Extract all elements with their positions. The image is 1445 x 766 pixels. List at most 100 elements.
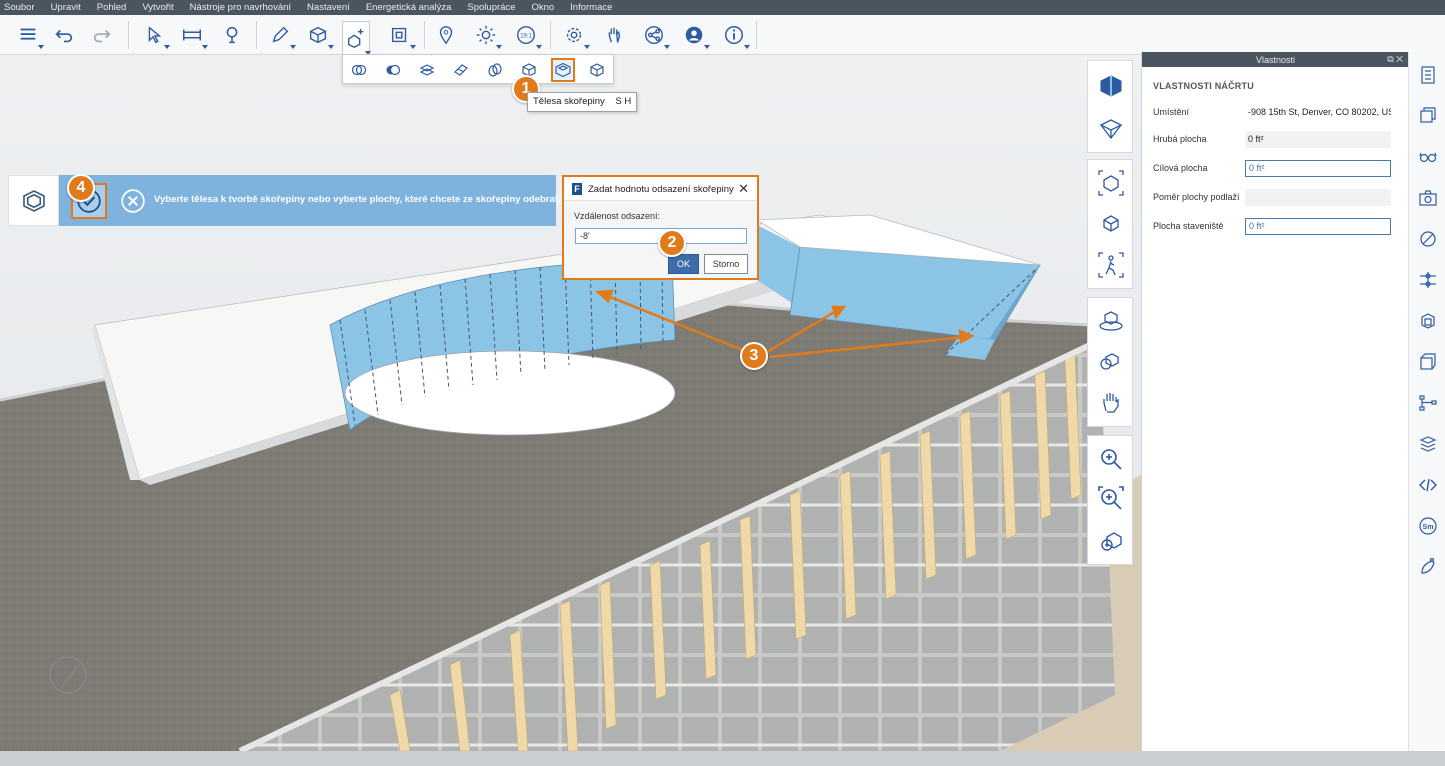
slice-icon[interactable] [449, 58, 473, 82]
library-icon[interactable] [1417, 433, 1439, 455]
view-cube-icon[interactable] [1094, 69, 1128, 103]
menu-energeticka[interactable]: Energetická analýza [366, 2, 452, 13]
pencil-icon[interactable] [266, 21, 296, 49]
sun-icon[interactable] [472, 21, 502, 49]
gross-area-row: Hrubá plocha 0 ft² [1153, 131, 1393, 148]
command-prompt: Vyberte tělesa k tvorbě skořepiny nebo v… [59, 175, 561, 226]
close-circle-icon [121, 189, 145, 213]
code-icon[interactable] [1417, 474, 1439, 496]
style-icon[interactable] [1417, 556, 1439, 578]
menu-spoluprace[interactable]: Spolupráce [467, 2, 515, 13]
shell-tool-icon[interactable] [342, 21, 371, 55]
look-around-icon[interactable] [1094, 344, 1128, 378]
zoom-in-icon[interactable] [1094, 442, 1128, 476]
camera-icon[interactable] [1417, 187, 1439, 209]
loft-icon[interactable] [483, 58, 507, 82]
hand-icon[interactable] [600, 21, 628, 49]
share-icon[interactable] [640, 21, 670, 49]
panel-header-title: Vlastnosti [1255, 54, 1296, 65]
orbit-icon[interactable] [1094, 304, 1128, 338]
info-icon[interactable] [720, 21, 750, 49]
site-area-row: Plocha staveniště 0 ft² [1153, 218, 1393, 235]
shell-solids-tooltip: Tělesa skořepiny S H [527, 92, 638, 112]
zoom-out-icon[interactable] [1094, 482, 1128, 516]
pin-icon[interactable] [432, 21, 460, 49]
dialog-title-text: Zadat hodnotu odsazení skořepiny [588, 183, 734, 195]
site-area-input[interactable]: 0 ft² [1245, 218, 1391, 235]
lightbulb-icon[interactable] [218, 21, 246, 49]
subtract-icon[interactable] [381, 58, 405, 82]
tooltip-text: Tělesa skořepiny [533, 96, 605, 107]
sketch-properties-title: VLASTNOSTI NÁČRTU [1153, 81, 1254, 91]
status-bar [0, 751, 1445, 766]
user-icon[interactable] [680, 21, 710, 49]
3d-viewport[interactable]: Vyberte tělesa k tvorbě skořepiny nebo v… [0, 55, 1141, 751]
menu-informace[interactable]: Informace [570, 2, 612, 13]
cancel-command-button[interactable] [117, 185, 149, 217]
close-icon[interactable]: ✕ [738, 181, 749, 197]
shell-tools-dropdown [342, 54, 614, 84]
storno-button[interactable]: Storno [704, 254, 748, 274]
location-label: Umístění [1153, 107, 1190, 117]
panel-header: Vlastnosti ⧉ ✕ [1142, 52, 1409, 67]
target-area-input[interactable]: 0 ft² [1245, 160, 1391, 177]
frame-icon[interactable] [386, 21, 416, 49]
unite-icon[interactable] [415, 58, 439, 82]
menu-okno[interactable]: Okno [531, 2, 554, 13]
svg-text:Sm: Sm [1423, 524, 1434, 531]
shell-cube-icon [8, 175, 59, 226]
step-badge-2: 2 [658, 229, 686, 257]
location-value[interactable]: -908 15th St, Denver, CO 80202, USA [1245, 104, 1391, 121]
gross-area-label: Hrubá plocha [1153, 134, 1207, 144]
zoom-window-icon[interactable] [1094, 524, 1128, 558]
section-icon[interactable] [1417, 310, 1439, 332]
properties-panel: Vlastnosti ⧉ ✕ VLASTNOSTI NÁČRTU Umístěn… [1141, 52, 1409, 751]
floor-ratio-label: Poměr plochy podlaží [1153, 192, 1240, 202]
right-tool-bar: Sm [1408, 52, 1445, 751]
intersect-icon[interactable] [347, 58, 371, 82]
menu-upravit[interactable]: Upravit [51, 2, 81, 13]
menu-nastroje[interactable]: Nástroje pro navrhování [190, 2, 291, 13]
zoom-selected-icon[interactable] [1094, 206, 1128, 240]
step-badge-3: 3 [740, 342, 768, 370]
layers-box-icon[interactable] [1417, 351, 1439, 373]
command-instruction: Vyberte tělesa k tvorbě skořepiny nebo v… [154, 194, 561, 205]
glasses-icon[interactable] [1417, 146, 1439, 168]
target-area-label: Cílová plocha [1153, 163, 1208, 173]
panel-window-controls[interactable]: ⧉ ✕ [1387, 54, 1403, 65]
zoom-extents-icon[interactable] [1094, 166, 1128, 200]
levels-icon[interactable] [1417, 269, 1439, 291]
box-add-icon[interactable] [304, 21, 334, 49]
undo-icon[interactable] [50, 21, 78, 49]
menu-soubor[interactable]: Soubor [4, 2, 35, 13]
menu-vytvorit[interactable]: Vytvořit [142, 2, 173, 13]
zoom-group [1087, 435, 1133, 565]
walkthrough-icon[interactable] [1094, 248, 1128, 282]
gear-icon[interactable] [560, 21, 590, 49]
menu-pohled[interactable]: Pohled [97, 2, 127, 13]
app-logo-icon: F [572, 183, 582, 195]
gross-area-value: 0 ft² [1245, 131, 1391, 148]
hierarchy-icon[interactable] [1417, 392, 1439, 414]
materials-icon[interactable] [1417, 105, 1439, 127]
select-icon[interactable] [140, 21, 170, 49]
box-icon[interactable] [585, 58, 609, 82]
orbit-group [1087, 297, 1133, 427]
sm-icon[interactable]: Sm [1417, 515, 1439, 537]
measure-icon[interactable] [178, 21, 208, 49]
schedule-icon[interactable]: 19:1 [512, 21, 542, 49]
target-area-row: Cílová plocha 0 ft² [1153, 160, 1393, 177]
pan-icon[interactable] [1094, 386, 1128, 420]
shell-solids-icon[interactable] [551, 58, 575, 82]
zoom-extents-group [1087, 159, 1133, 289]
no-entry-icon[interactable] [1417, 228, 1439, 250]
ok-button[interactable]: OK [668, 254, 699, 274]
svg-text:19:1: 19:1 [520, 33, 532, 39]
view-wire-icon[interactable] [1094, 111, 1128, 145]
menu-nastaveni[interactable]: Nastavení [307, 2, 350, 13]
dialog-title: F Zadat hodnotu odsazení skořepiny [572, 183, 734, 195]
redo-icon[interactable] [88, 21, 116, 49]
tooltip-shortcut: S H [615, 96, 632, 107]
properties-icon[interactable] [1417, 64, 1439, 86]
layers-icon[interactable] [14, 21, 44, 49]
